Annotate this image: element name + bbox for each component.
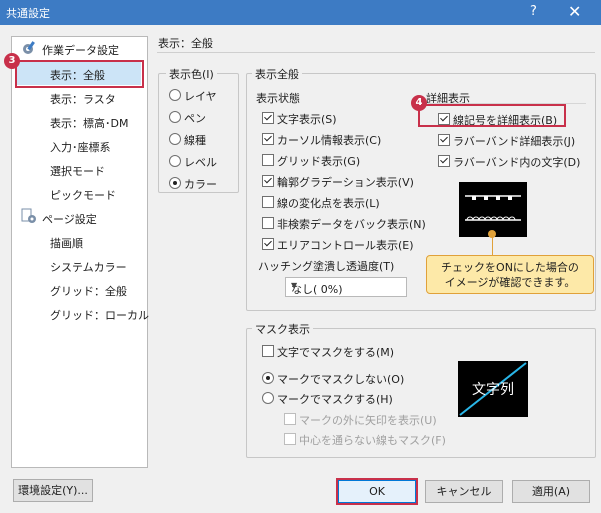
tree-item-system-color[interactable]: システムカラー <box>50 259 127 275</box>
highlight-box-tree <box>15 60 144 88</box>
radio-level[interactable]: レベル <box>169 154 217 170</box>
highlight-box-ok <box>336 478 418 505</box>
title-bar: 共通設定 ? ✕ <box>0 0 601 25</box>
radio-layer-button[interactable] <box>169 89 181 101</box>
checkbox-arrow-outside-mark[interactable]: マークの外に矢印を表示(U) <box>284 412 437 428</box>
tree-item-pick-mode[interactable]: ピックモード <box>50 187 116 203</box>
line-symbol-preview-image <box>459 182 527 237</box>
tree-item-display-elevation[interactable]: 表示：標高･DM <box>50 115 128 131</box>
checkbox-line-change-points[interactable]: 線の変化点を表示(L) <box>262 195 380 211</box>
close-button[interactable]: ✕ <box>568 2 581 21</box>
checkbox-mask-non-center-lines[interactable]: 中心を通らない線もマスク(F) <box>284 432 446 448</box>
checkbox-rubberband-text[interactable]: ラバーバンド内の文字(D) <box>438 154 580 170</box>
gear-pen-icon <box>23 41 35 54</box>
radio-layer[interactable]: レイヤ <box>169 88 217 104</box>
checkbox-grid-display[interactable]: グリッド表示(G) <box>262 153 360 169</box>
tooltip-pointer <box>492 235 493 257</box>
tooltip-pointer-dot <box>488 230 496 238</box>
tree-group-page-settings[interactable]: ページ設定 <box>42 211 97 227</box>
dropdown-arrow-icon: ▼ <box>291 281 298 290</box>
highlight-box-detail <box>418 104 566 127</box>
radio-pen[interactable]: ペン <box>169 110 206 126</box>
radio-mark-mask[interactable]: マークでマスクする(H) <box>262 391 393 407</box>
checkbox-area-control[interactable]: エリアコントロール表示(E) <box>262 237 414 253</box>
checkbox-cursor-info[interactable]: カーソル情報表示(C) <box>262 132 381 148</box>
apply-button[interactable]: 適用(A) <box>512 480 590 503</box>
display-color-legend: 表示色(I) <box>166 66 217 82</box>
header-divider <box>157 52 595 53</box>
mask-preview-text: 文字列 <box>472 382 514 398</box>
step-badge-4: 4 <box>411 95 427 111</box>
radio-color[interactable]: カラー <box>169 176 217 192</box>
checkbox-back-display[interactable]: 非検索データをバック表示(N) <box>262 216 426 232</box>
tooltip-line-2: イメージが確認できます。 <box>444 276 576 289</box>
tree-item-grid-local[interactable]: グリッド：ローカル <box>50 307 149 323</box>
checkbox-mask-text[interactable]: 文字でマスクをする(M) <box>262 344 394 360</box>
tree-item-input-coords[interactable]: 入力･座標系 <box>50 139 111 155</box>
tree-item-draw-order[interactable]: 描画順 <box>50 235 83 251</box>
display-general-legend: 表示全般 <box>252 66 302 82</box>
checkbox-text-display[interactable]: 文字表示(S) <box>262 111 337 127</box>
environment-settings-button[interactable]: 環境設定(Y)... <box>13 479 93 502</box>
hatch-transparency-label: ハッチング塗潰し透過度(T) <box>258 260 395 273</box>
page-title: 表示：全般 <box>158 37 213 50</box>
checkbox-contour-gradation[interactable]: 輪郭グラデーション表示(V) <box>262 174 414 190</box>
step-badge-3: 3 <box>4 53 20 69</box>
help-button[interactable]: ? <box>530 4 537 19</box>
window-title: 共通設定 <box>6 7 50 20</box>
page-gear-icon <box>21 208 36 223</box>
mask-display-legend: マスク表示 <box>252 321 313 337</box>
tree-item-select-mode[interactable]: 選択モード <box>50 163 105 179</box>
radio-linetype[interactable]: 線種 <box>169 132 206 148</box>
radio-mark-no-mask[interactable]: マークでマスクしない(O) <box>262 371 404 387</box>
cancel-button[interactable]: キャンセル <box>425 480 503 503</box>
hatch-transparency-select[interactable]: なし( 0%) ▼ <box>285 277 407 297</box>
tree-item-display-raster[interactable]: 表示：ラスタ <box>50 91 116 107</box>
hint-tooltip: チェックをONにした場合の イメージが確認できます。 <box>426 255 594 294</box>
display-state-label: 表示状態 <box>256 92 300 105</box>
checkbox-rubberband-detail[interactable]: ラバーバンド詳細表示(J) <box>438 133 575 149</box>
tooltip-line-1: チェックをONにした場合の <box>441 261 579 274</box>
tree-group-data-settings[interactable]: 作業データ設定 <box>42 42 119 58</box>
tree-item-grid-general[interactable]: グリッド：全般 <box>50 283 127 299</box>
